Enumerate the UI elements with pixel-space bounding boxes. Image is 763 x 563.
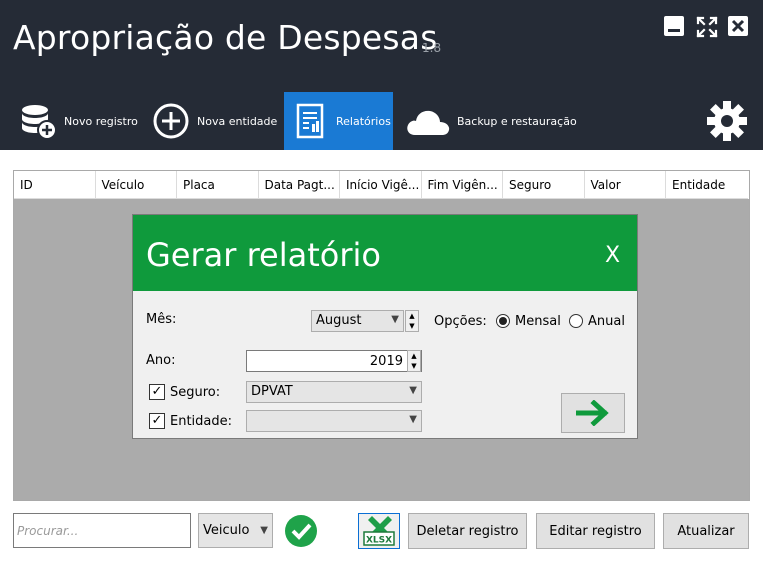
generate-report-button[interactable] xyxy=(561,393,625,433)
seguro-value: DPVAT xyxy=(251,384,293,399)
tab-label: Relatórios xyxy=(336,114,391,128)
mes-value: August xyxy=(316,313,362,328)
column-header-data-pagt[interactable]: Data Pagt... xyxy=(258,171,340,199)
delete-record-button[interactable]: Deletar registro xyxy=(408,513,527,549)
check-circle-icon[interactable] xyxy=(284,514,318,548)
radio-anual-label: Anual xyxy=(588,314,625,329)
close-icon xyxy=(731,19,745,33)
close-button[interactable] xyxy=(728,16,748,36)
chevron-down-icon: ▼ xyxy=(260,525,268,536)
dialog-title: Gerar relatório xyxy=(146,236,381,274)
tab-backup[interactable]: Backup e restauração xyxy=(405,92,577,150)
entidade-label: Entidade: xyxy=(170,414,233,429)
filter-select[interactable]: Veiculo ▼ xyxy=(198,513,273,548)
maximize-button[interactable] xyxy=(696,16,718,38)
maximize-icon xyxy=(696,16,718,38)
mes-label: Mês: xyxy=(146,312,177,327)
tab-label: Nova entidade xyxy=(197,114,278,128)
column-header-valor[interactable]: Valor xyxy=(584,171,666,199)
app-title: Apropriação de Despesas xyxy=(13,18,438,57)
export-xlsx-button[interactable]: XLSX xyxy=(358,513,400,549)
plus-circle-icon xyxy=(151,101,191,141)
chevron-down-icon: ▼ xyxy=(409,414,417,425)
filter-value: Veiculo xyxy=(203,523,250,538)
ano-input[interactable]: 2019 xyxy=(246,350,422,372)
refresh-button[interactable]: Atualizar xyxy=(663,513,749,549)
column-header-entidade[interactable]: Entidade xyxy=(666,171,748,199)
search-input[interactable]: Procurar... xyxy=(13,513,191,548)
tab-nova-entidade[interactable]: Nova entidade xyxy=(151,92,281,150)
dialog-close-button[interactable]: X xyxy=(605,243,620,268)
tab-relatorios[interactable]: Relatórios xyxy=(284,92,393,150)
arrow-right-icon xyxy=(576,400,609,426)
cloud-icon xyxy=(405,101,451,141)
chevron-down-icon: ▼ xyxy=(391,314,399,325)
xlsx-text: XLSX xyxy=(366,536,392,546)
mes-select[interactable]: August ▼ xyxy=(311,310,404,332)
column-header-fim-vigencia[interactable]: Fim Vigên... xyxy=(421,171,503,199)
radio-mensal-label: Mensal xyxy=(515,314,561,329)
chevron-down-icon: ▼ xyxy=(409,385,417,396)
report-icon xyxy=(290,101,330,141)
ano-label: Ano: xyxy=(146,353,176,368)
column-header-id[interactable]: ID xyxy=(14,171,96,199)
edit-record-button[interactable]: Editar registro xyxy=(536,513,655,549)
dialog-header: Gerar relatório X xyxy=(133,215,637,291)
tab-label: Novo registro xyxy=(64,114,138,128)
gear-icon[interactable] xyxy=(706,100,748,142)
column-header-veiculo[interactable]: Veículo xyxy=(95,171,177,199)
database-add-icon xyxy=(18,101,58,141)
entidade-checkbox[interactable]: ✓ xyxy=(149,413,165,429)
column-header-seguro[interactable]: Seguro xyxy=(503,171,585,199)
report-dialog: Gerar relatório X Mês: August ▼ ▲ ▼ Opçõe… xyxy=(132,214,638,439)
app-version: 1.8 xyxy=(422,41,442,55)
entidade-select[interactable]: ▼ xyxy=(246,410,422,432)
excel-icon: XLSX xyxy=(363,516,395,546)
title-bar: Apropriação de Despesas 1.8 Novo registr… xyxy=(0,0,763,150)
seguro-select[interactable]: DPVAT ▼ xyxy=(246,381,422,403)
seguro-checkbox[interactable]: ✓ xyxy=(149,384,165,400)
tab-novo-registro[interactable]: Novo registro xyxy=(18,92,148,150)
radio-mensal[interactable] xyxy=(496,314,510,328)
opcoes-label: Opções: xyxy=(434,314,487,329)
seguro-label: Seguro: xyxy=(170,385,221,400)
minimize-button[interactable] xyxy=(664,16,684,36)
column-header-inicio-vigencia[interactable]: Início Vigê... xyxy=(340,171,422,199)
mes-spinner[interactable]: ▲ ▼ xyxy=(405,310,419,332)
tab-label: Backup e restauração xyxy=(457,114,577,128)
radio-anual[interactable] xyxy=(569,314,583,328)
table-header: ID Veículo Placa Data Pagt... Início Vig… xyxy=(14,171,749,199)
ano-spinner[interactable]: ▲ ▼ xyxy=(407,350,421,372)
column-header-placa[interactable]: Placa xyxy=(177,171,259,199)
